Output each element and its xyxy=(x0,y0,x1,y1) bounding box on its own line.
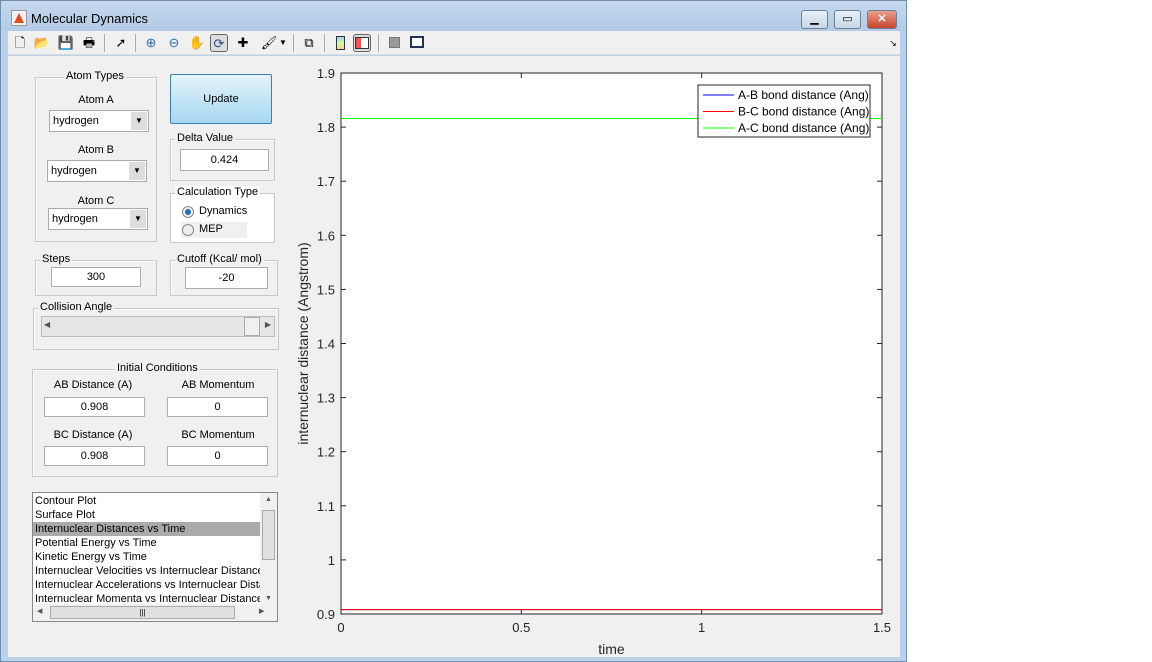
plot-area xyxy=(340,72,883,615)
y-tick-label: 1.6 xyxy=(317,228,335,243)
x-tick-label: 1 xyxy=(698,620,705,635)
rotate-3d-icon[interactable]: ⟳ xyxy=(210,34,228,52)
data-cursor-icon[interactable]: ✚ xyxy=(234,34,252,52)
print-icon[interactable]: 🖶 xyxy=(80,34,98,52)
new-file-icon[interactable]: 🗋 xyxy=(11,34,29,52)
x-tick-label: 0.5 xyxy=(512,620,530,635)
save-icon[interactable]: 💾 xyxy=(57,34,75,52)
minimize-button[interactable]: ▁ xyxy=(801,10,828,29)
y-tick-label: 0.9 xyxy=(317,607,335,622)
pan-hand-icon[interactable]: ✋ xyxy=(188,34,206,52)
toolbar: 🗋 📂 💾 🖶 ➚ ⊕ ⊖ ✋ ⟳ ✚ 🖌 ▼ ⧉ ↘ xyxy=(8,31,900,55)
figure-area: Atom Types Atom A hydrogen ▼ Atom B hydro… xyxy=(8,56,900,657)
y-tick-label: 1.2 xyxy=(317,445,335,460)
zoom-in-icon[interactable]: ⊕ xyxy=(142,34,160,52)
y-tick-label: 1.7 xyxy=(317,174,335,189)
x-tick-label: 1.5 xyxy=(873,620,891,635)
y-tick-label: 1.8 xyxy=(317,120,335,135)
brush-icon[interactable]: 🖌 xyxy=(260,34,278,52)
y-tick-label: 1 xyxy=(328,553,335,568)
legend-icon[interactable] xyxy=(353,34,371,52)
y-tick-label: 1.4 xyxy=(317,337,335,352)
y-tick-label: 1.9 xyxy=(317,66,335,81)
legend-entry: A-B bond distance (Ang) xyxy=(738,88,869,102)
title-bar: Molecular Dynamics ▁ ▭ ✕ xyxy=(1,1,906,31)
y-tick-label: 1.3 xyxy=(317,391,335,406)
hide-plot-tools-icon[interactable] xyxy=(385,34,403,52)
matlab-icon xyxy=(11,10,27,26)
maximize-button[interactable]: ▭ xyxy=(834,10,861,29)
app-window: Molecular Dynamics ▁ ▭ ✕ 🗋 📂 💾 🖶 ➚ ⊕ ⊖ ✋… xyxy=(0,0,907,662)
legend-entry: B-C bond distance (Ang) xyxy=(738,105,869,119)
zoom-out-icon[interactable]: ⊖ xyxy=(165,34,183,52)
chevron-down-icon[interactable]: ▼ xyxy=(278,34,288,52)
y-tick-label: 1.1 xyxy=(317,499,335,514)
y-axis-label: internuclear distance (Angstrom) xyxy=(295,242,311,444)
legend-entry: A-C bond distance (Ang) xyxy=(738,121,869,135)
open-folder-icon[interactable]: 📂 xyxy=(33,34,51,52)
window-title: Molecular Dynamics xyxy=(31,11,149,26)
pointer-icon[interactable]: ➚ xyxy=(112,34,130,52)
link-plot-icon[interactable]: ⧉ xyxy=(300,34,318,52)
dock-arrow-icon[interactable]: ↘ xyxy=(884,34,902,52)
x-tick-label: 0 xyxy=(337,620,344,635)
colorbar-icon[interactable] xyxy=(331,34,349,52)
show-plot-tools-icon[interactable] xyxy=(408,34,426,52)
distance-chart[interactable]: 0 0.5 1 1.5 0.9 1 1.1 1.2 1.3 1.4 1.5 1.6 1.7 1.8 1.9 t… xyxy=(8,56,900,657)
close-button[interactable]: ✕ xyxy=(867,10,897,29)
y-tick-label: 1.5 xyxy=(317,282,335,297)
x-axis-label: time xyxy=(598,641,625,657)
